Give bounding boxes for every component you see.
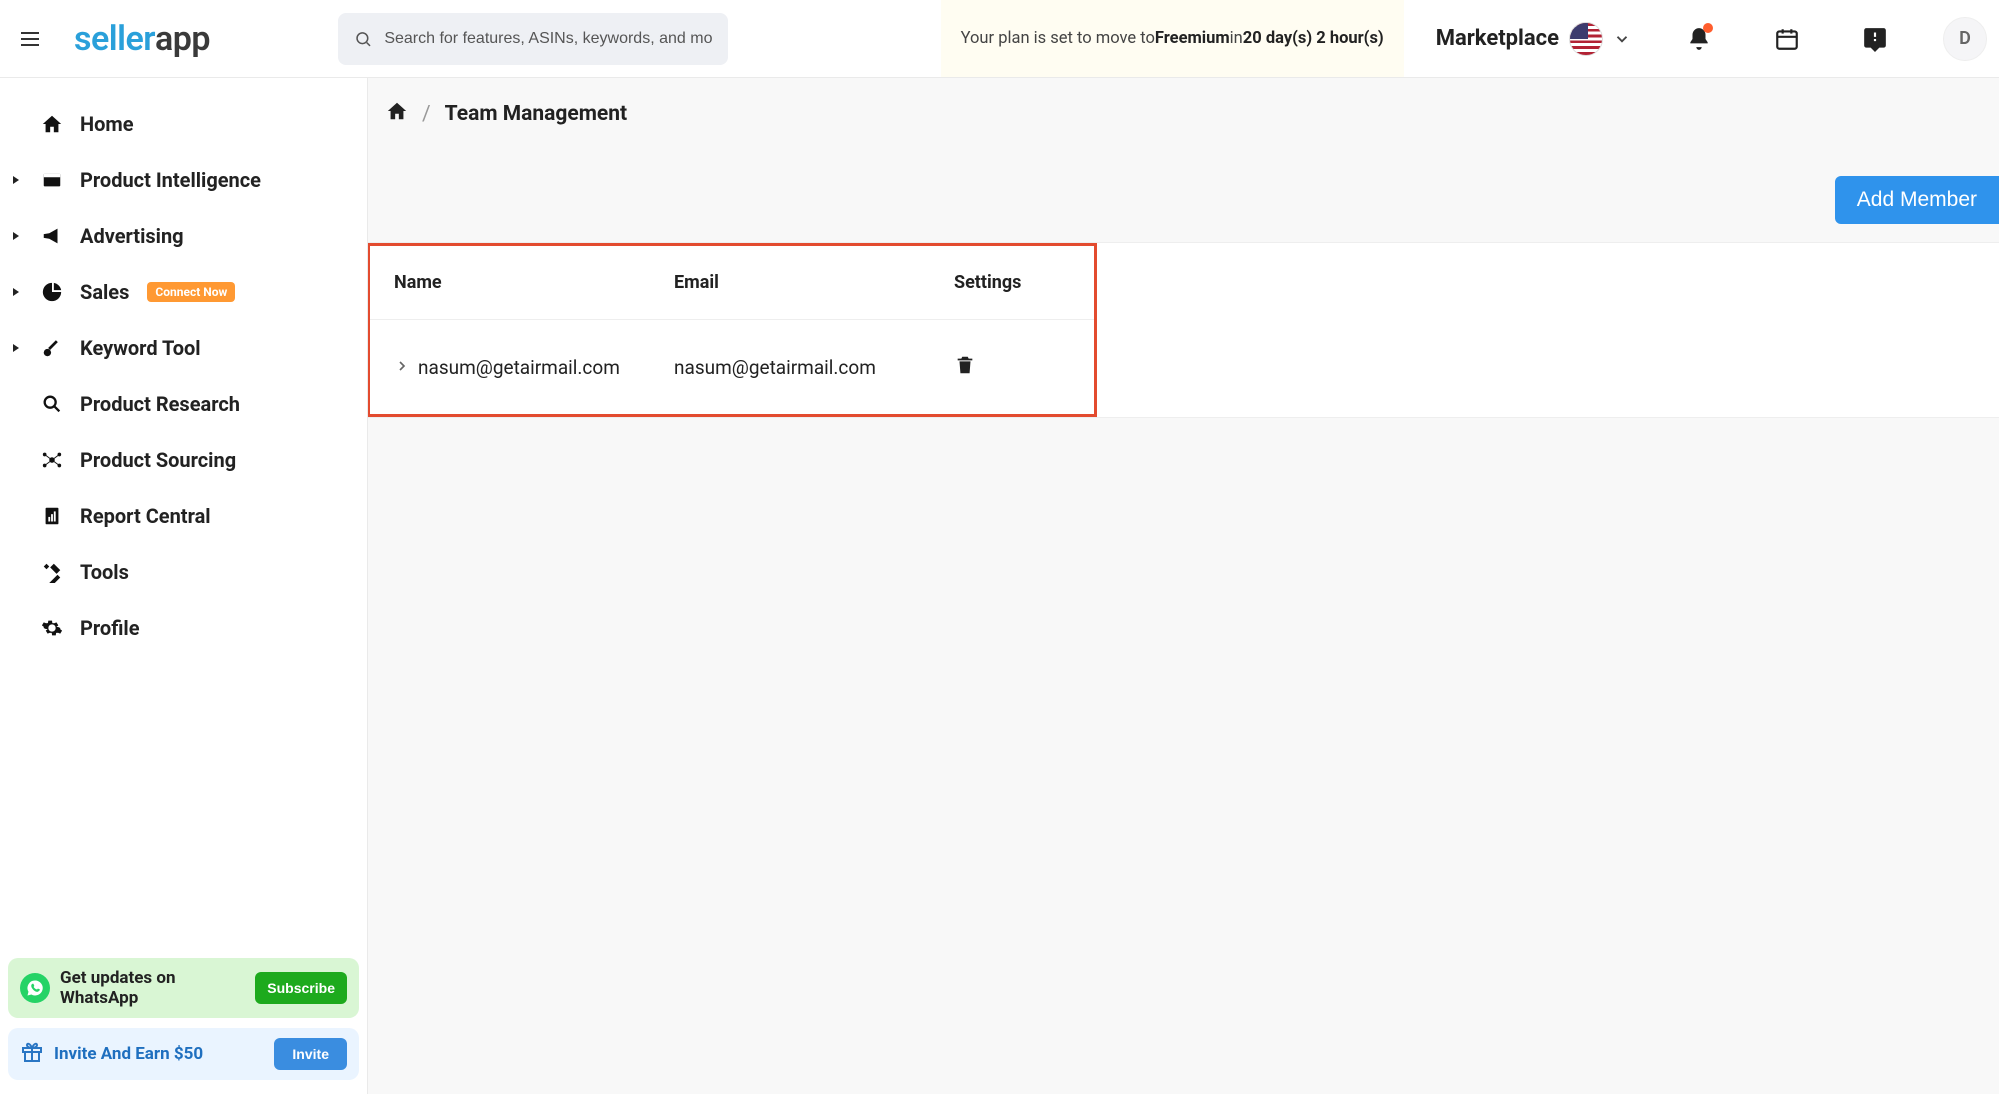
sidebar-item-profile[interactable]: Profile [0, 600, 367, 656]
search-input[interactable] [384, 30, 712, 48]
sidebar-item-sales[interactable]: Sales Connect Now [0, 264, 367, 320]
sidebar-item-advertising[interactable]: Advertising [0, 208, 367, 264]
sidebar-item-product-research[interactable]: Product Research [0, 376, 367, 432]
col-email-header: Email [662, 260, 942, 305]
main-content: / Team Management Add Member Name Email … [368, 78, 1999, 1094]
sidebar-item-label: Tools [80, 560, 129, 584]
table-row: nasum@getairmail.com nasum@getairmail.co… [370, 319, 1094, 414]
whatsapp-icon [20, 973, 50, 1003]
sidebar-item-label: Profile [80, 616, 140, 640]
sidebar-item-product-sourcing[interactable]: Product Sourcing [0, 432, 367, 488]
marketplace-selector[interactable]: Marketplace [1436, 22, 1631, 56]
us-flag-icon [1569, 22, 1603, 56]
sourcing-icon [38, 449, 66, 471]
sidebar-item-report-central[interactable]: Report Central [0, 488, 367, 544]
key-icon [38, 337, 66, 359]
home-icon [38, 113, 66, 135]
col-name-header: Name [382, 260, 662, 305]
calendar-button[interactable] [1767, 19, 1807, 59]
sidebar: Home Product Intelligence Advertising Sa… [0, 78, 368, 1094]
breadcrumb-home[interactable] [386, 100, 408, 128]
sidebar-item-label: Advertising [80, 224, 184, 248]
sidebar-item-label: Sales [80, 280, 129, 304]
user-avatar[interactable]: D [1943, 17, 1987, 61]
plan-banner: Your plan is set to move to Freemium in … [941, 0, 1404, 77]
gear-icon [38, 617, 66, 639]
report-icon [38, 505, 66, 527]
announcement-icon [1862, 26, 1888, 52]
caret-right-icon [8, 343, 24, 353]
sidebar-item-home[interactable]: Home [0, 96, 367, 152]
sidebar-item-label: Product Research [80, 392, 240, 416]
brand-logo[interactable]: sellerapp [74, 19, 210, 59]
sidebar-item-label: Product Intelligence [80, 168, 261, 192]
invite-button[interactable]: Invite [274, 1038, 347, 1070]
highlight-annotation: Name Email Settings nasum@getairmail.com… [367, 243, 1097, 417]
delete-member-button[interactable] [954, 352, 976, 382]
gift-icon [20, 1040, 44, 1068]
brand-part2: app [155, 19, 210, 59]
member-name: nasum@getairmail.com [418, 356, 620, 379]
sales-icon [38, 281, 66, 303]
team-table: Name Email Settings nasum@getairmail.com… [368, 242, 1999, 418]
chevron-down-icon [1613, 30, 1631, 48]
sidebar-item-product-intelligence[interactable]: Product Intelligence [0, 152, 367, 208]
menu-toggle[interactable] [12, 21, 48, 57]
calendar-icon [1774, 26, 1800, 52]
tools-icon [38, 561, 66, 583]
sidebar-item-label: Keyword Tool [80, 336, 201, 360]
sidebar-item-keyword-tool[interactable]: Keyword Tool [0, 320, 367, 376]
announcements-button[interactable] [1855, 19, 1895, 59]
sidebar-item-tools[interactable]: Tools [0, 544, 367, 600]
expand-row[interactable] [394, 356, 410, 379]
chevron-right-icon [394, 358, 410, 374]
page-title: Team Management [445, 102, 627, 126]
notification-dot-icon [1703, 23, 1713, 33]
hamburger-icon [18, 27, 42, 51]
product-intel-icon [38, 169, 66, 191]
megaphone-icon [38, 225, 66, 247]
search-icon [354, 29, 372, 49]
magnify-icon [38, 393, 66, 415]
add-member-button[interactable]: Add Member [1835, 176, 1999, 224]
notifications-button[interactable] [1679, 19, 1719, 59]
col-settings-header: Settings [942, 260, 1082, 305]
member-email: nasum@getairmail.com [662, 344, 942, 391]
caret-right-icon [8, 175, 24, 185]
caret-right-icon [8, 287, 24, 297]
global-search[interactable] [338, 13, 728, 65]
home-icon [386, 100, 408, 122]
trash-icon [954, 352, 976, 378]
sidebar-item-label: Product Sourcing [80, 448, 236, 472]
caret-right-icon [8, 231, 24, 241]
brand-part1: seller [74, 19, 155, 59]
breadcrumb: / Team Management [368, 78, 1999, 136]
sidebar-item-label: Home [80, 112, 134, 136]
whatsapp-card: Get updates on WhatsApp Subscribe [8, 958, 359, 1018]
connect-now-badge: Connect Now [147, 282, 235, 302]
breadcrumb-separator: / [422, 102, 431, 126]
marketplace-label: Marketplace [1436, 26, 1559, 51]
sidebar-item-label: Report Central [80, 504, 211, 528]
invite-card: Invite And Earn $50 Invite [8, 1028, 359, 1080]
whatsapp-subscribe-button[interactable]: Subscribe [255, 972, 347, 1004]
invite-text: Invite And Earn $50 [54, 1044, 264, 1064]
whatsapp-text: Get updates on WhatsApp [60, 968, 245, 1008]
